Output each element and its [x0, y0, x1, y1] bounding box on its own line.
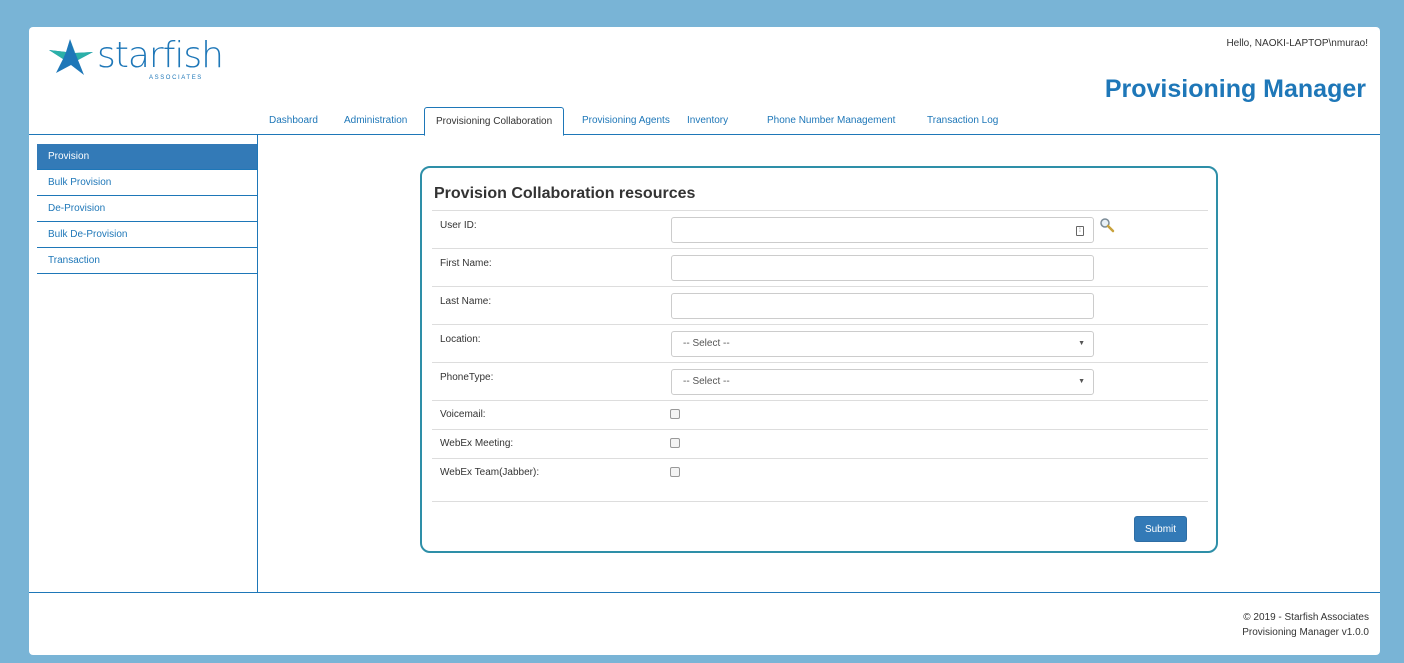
location-select[interactable]: -- Select -- ▼ — [671, 331, 1094, 357]
webex-team-checkbox[interactable] — [670, 467, 680, 477]
submit-button[interactable]: Submit — [1134, 516, 1187, 542]
voicemail-checkbox[interactable] — [670, 409, 680, 419]
last-name-input[interactable] — [671, 293, 1094, 319]
sidebar-item-bulk-de-provision[interactable]: Bulk De-Provision — [37, 222, 257, 248]
webex-meeting-checkbox[interactable] — [670, 438, 680, 448]
phone-type-selected-value: -- Select -- — [683, 376, 730, 387]
tab-administration[interactable]: Administration — [337, 107, 414, 135]
sidebar: Provision Bulk Provision De-Provision Bu… — [29, 135, 258, 592]
tab-dashboard[interactable]: Dashboard — [262, 107, 325, 135]
sidebar-item-bulk-provision[interactable]: Bulk Provision — [37, 170, 257, 196]
logo-wordmark: starfish — [97, 35, 224, 76]
footer-copyright: © 2019 - Starfish Associates — [1243, 612, 1369, 623]
tab-provisioning-collaboration[interactable]: Provisioning Collaboration — [424, 107, 565, 136]
app-title: Provisioning Manager — [1104, 75, 1366, 103]
webex-team-row: WebEx Team(Jabber): — [432, 458, 1208, 501]
first-name-label: First Name: — [440, 258, 492, 269]
sidebar-item-de-provision[interactable]: De-Provision — [37, 196, 257, 222]
starfish-icon — [49, 39, 93, 75]
footer-divider — [29, 592, 1380, 593]
last-name-label: Last Name: — [440, 296, 492, 307]
first-name-input[interactable] — [671, 255, 1094, 281]
user-id-label: User ID: — [440, 220, 477, 231]
phone-type-label: PhoneType: — [440, 372, 494, 383]
phone-type-select[interactable]: -- Select -- ▼ — [671, 369, 1094, 395]
webex-meeting-label: WebEx Meeting: — [440, 438, 514, 449]
last-name-row: Last Name: — [432, 286, 1208, 324]
chevron-down-icon: ▼ — [1078, 378, 1085, 385]
provision-form-card: Provision Collaboration resources User I… — [420, 166, 1218, 553]
sidebar-item-provision[interactable]: Provision — [37, 144, 257, 170]
footer-version: Provisioning Manager v1.0.0 — [1242, 627, 1369, 638]
user-greeting: Hello, NAOKI-LAPTOP\nmurao! — [1226, 38, 1368, 49]
voicemail-label: Voicemail: — [440, 409, 486, 420]
sidebar-item-transaction[interactable]: Transaction — [37, 248, 257, 274]
search-icon[interactable] — [1099, 217, 1115, 233]
location-label: Location: — [440, 334, 481, 345]
user-id-row: User ID: ⁞ — [432, 210, 1208, 248]
form-divider — [432, 501, 1208, 502]
tab-provisioning-agents[interactable]: Provisioning Agents — [575, 107, 677, 135]
footer: © 2019 - Starfish Associates Provisionin… — [1242, 610, 1369, 640]
page-container: starfish ASSOCIATES Hello, NAOKI-LAPTOP\… — [29, 27, 1380, 655]
starfish-logo[interactable]: starfish ASSOCIATES — [46, 35, 224, 93]
first-name-row: First Name: — [432, 248, 1208, 286]
user-id-input[interactable]: ⁞ — [671, 217, 1094, 243]
main-tabs: Dashboard Administration Provisioning Co… — [29, 107, 1380, 136]
webex-meeting-row: WebEx Meeting: — [432, 429, 1208, 458]
form-title: Provision Collaboration resources — [434, 185, 696, 202]
tab-phone-number-management[interactable]: Phone Number Management — [760, 107, 902, 135]
chevron-down-icon: ▼ — [1078, 340, 1085, 347]
contact-card-icon: ⁞ — [1076, 226, 1084, 236]
tab-transaction-log[interactable]: Transaction Log — [920, 107, 1005, 135]
logo-subtitle: ASSOCIATES — [149, 75, 203, 81]
phone-type-row: PhoneType: -- Select -- ▼ — [432, 362, 1208, 400]
location-row: Location: -- Select -- ▼ — [432, 324, 1208, 362]
webex-team-label: WebEx Team(Jabber): — [440, 467, 540, 478]
voicemail-row: Voicemail: — [432, 400, 1208, 429]
location-selected-value: -- Select -- — [683, 338, 730, 349]
tab-inventory[interactable]: Inventory — [680, 107, 735, 135]
